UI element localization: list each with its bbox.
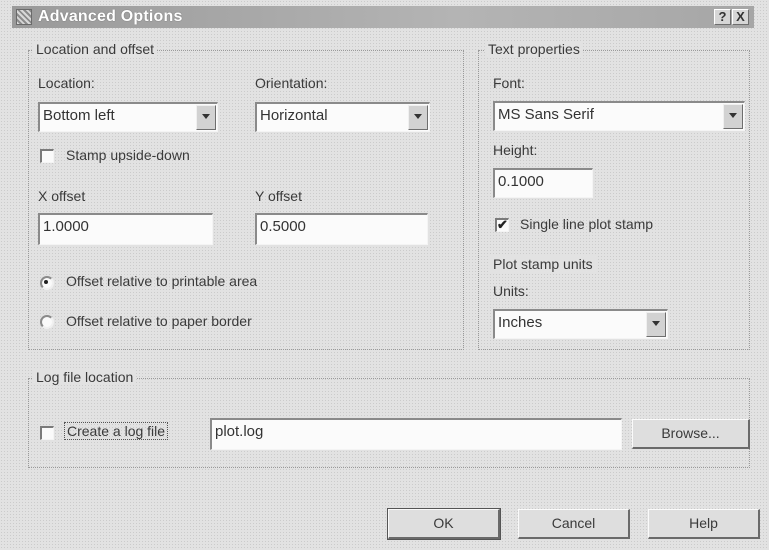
units-combo[interactable]: Inches xyxy=(493,309,668,339)
browse-button[interactable]: Browse... xyxy=(632,419,750,449)
units-label: Units: xyxy=(493,283,529,299)
ok-button[interactable]: OK xyxy=(387,508,501,540)
orientation-combo[interactable]: Horizontal xyxy=(255,102,430,132)
advanced-options-dialog: Advanced Options ? X Location and offset… xyxy=(0,0,769,550)
font-dropdown-arrow-icon[interactable] xyxy=(723,104,743,129)
app-icon xyxy=(16,9,32,25)
orientation-dropdown-arrow-icon[interactable] xyxy=(408,105,428,130)
offset-printable-area-radio[interactable] xyxy=(40,276,54,290)
help-button[interactable]: Help xyxy=(648,509,760,539)
font-value: MS Sans Serif xyxy=(498,106,594,123)
x-offset-label: X offset xyxy=(38,188,86,204)
text-properties-group xyxy=(478,50,750,350)
title-bar[interactable]: Advanced Options ? X xyxy=(12,6,754,28)
y-offset-label: Y offset xyxy=(255,188,302,204)
offset-paper-border-radio[interactable] xyxy=(40,315,54,329)
height-input[interactable]: 0.1000 xyxy=(493,168,593,198)
log-file-path-input[interactable]: plot.log xyxy=(210,418,622,450)
units-value: Inches xyxy=(498,314,543,331)
plot-stamp-units-group-title: Plot stamp units xyxy=(490,256,596,272)
create-log-checkbox[interactable] xyxy=(40,426,54,440)
offset-paper-border-label[interactable]: Offset relative to paper border xyxy=(66,313,252,329)
log-file-group-title: Log file location xyxy=(33,369,137,385)
location-offset-group xyxy=(28,50,464,350)
stamp-upside-down-checkbox[interactable] xyxy=(40,149,54,163)
location-dropdown-arrow-icon[interactable] xyxy=(196,105,216,130)
close-button[interactable]: X xyxy=(732,9,749,25)
font-combo[interactable]: MS Sans Serif xyxy=(493,101,745,131)
y-offset-input[interactable]: 0.5000 xyxy=(255,213,428,245)
location-label: Location: xyxy=(38,75,95,91)
create-log-label-text: Create a log file xyxy=(64,422,169,440)
stamp-upside-down-label[interactable]: Stamp upside-down xyxy=(66,147,190,163)
x-offset-input[interactable]: 1.0000 xyxy=(38,213,213,245)
single-line-label[interactable]: Single line plot stamp xyxy=(520,216,653,232)
offset-printable-area-label[interactable]: Offset relative to printable area xyxy=(66,273,257,289)
location-offset-group-title: Location and offset xyxy=(33,41,158,57)
dialog-title: Advanced Options xyxy=(38,8,183,25)
height-label: Height: xyxy=(493,142,538,158)
orientation-value: Horizontal xyxy=(260,107,328,124)
single-line-checkbox[interactable]: ✔ xyxy=(495,218,509,232)
text-properties-group-title: Text properties xyxy=(485,41,583,57)
location-combo[interactable]: Bottom left xyxy=(38,102,218,132)
font-label: Font: xyxy=(493,75,525,91)
units-dropdown-arrow-icon[interactable] xyxy=(646,312,666,337)
create-log-label[interactable]: Create a log file xyxy=(64,422,169,440)
help-title-button[interactable]: ? xyxy=(714,9,731,25)
cancel-button[interactable]: Cancel xyxy=(518,509,630,539)
location-value: Bottom left xyxy=(43,107,115,124)
orientation-label: Orientation: xyxy=(255,75,328,91)
